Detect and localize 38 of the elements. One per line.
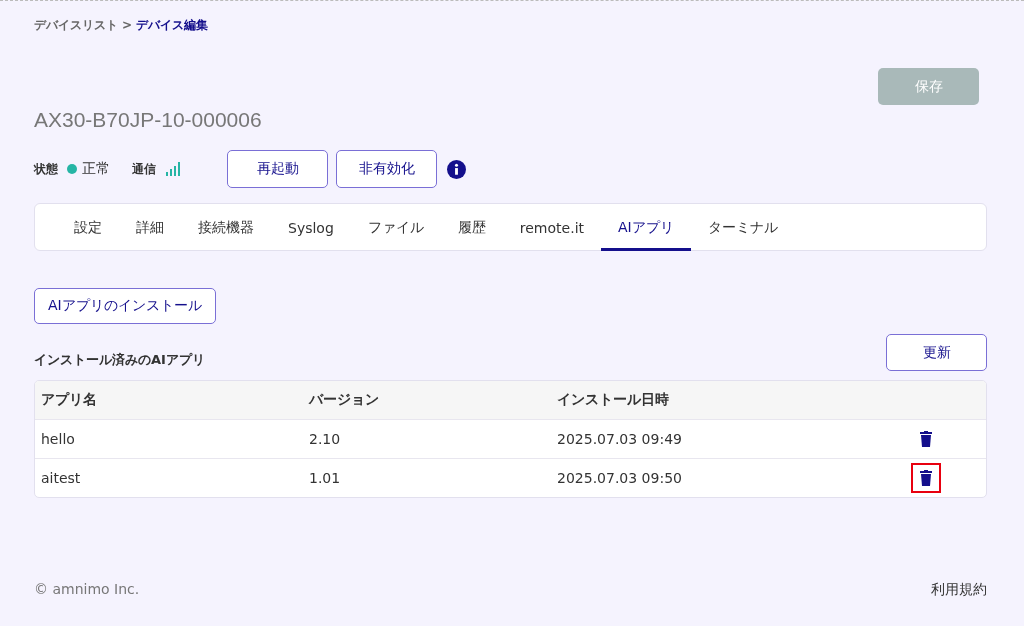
status-dot xyxy=(67,164,77,174)
table-cell-text: 2025.07.03 09:50 xyxy=(557,470,683,486)
tab[interactable]: 詳細 xyxy=(119,204,181,251)
copyright-text: © amnimo Inc. xyxy=(34,581,140,599)
delete-button[interactable] xyxy=(911,463,941,493)
table-cell-text: aitest xyxy=(40,470,82,486)
section-title: インストール済みのAIアプリ xyxy=(34,351,205,369)
tab[interactable]: 履歴 xyxy=(440,204,503,251)
trash-icon xyxy=(920,431,932,447)
tab[interactable]: ファイル xyxy=(350,204,441,251)
table-cell-text: 1.01 xyxy=(309,470,342,486)
column-header: バージョン xyxy=(309,391,380,409)
trash-icon xyxy=(920,470,932,486)
tab[interactable]: ターミナル xyxy=(690,204,795,251)
signal-icon xyxy=(166,162,181,176)
refresh-button[interactable]: 更新 xyxy=(886,334,987,371)
breadcrumb-current: デバイス編集 xyxy=(136,16,209,34)
column-header: インストール日時 xyxy=(557,391,670,409)
device-name: AX30-B70JP-10-000006 xyxy=(34,108,263,133)
tab[interactable]: AIアプリ xyxy=(601,204,691,251)
column-header: アプリ名 xyxy=(40,391,98,409)
breadcrumb-link[interactable]: デバイスリスト xyxy=(34,16,118,34)
signal-label: 通信 xyxy=(132,160,156,178)
tab[interactable]: 接続機器 xyxy=(181,204,271,251)
tab[interactable]: Syslog xyxy=(271,204,351,251)
table-cell-text: 2025.07.03 09:49 xyxy=(557,431,683,447)
action-button[interactable]: 再起動 xyxy=(227,150,328,188)
terms-link[interactable]: 利用規約 xyxy=(931,581,987,626)
table-cell-text: hello xyxy=(40,431,76,447)
status-text: 正常 xyxy=(82,160,111,178)
table-cell-text: 2.10 xyxy=(309,431,342,447)
action-button[interactable]: 非有効化 xyxy=(336,150,437,188)
tab[interactable]: 設定 xyxy=(57,204,119,251)
install-button[interactable]: AIアプリのインストール xyxy=(34,288,216,324)
breadcrumb-separator: > xyxy=(122,18,133,32)
tab[interactable]: remote.it xyxy=(502,204,601,251)
info-icon[interactable] xyxy=(447,159,466,179)
status-label: 状態 xyxy=(34,160,58,178)
